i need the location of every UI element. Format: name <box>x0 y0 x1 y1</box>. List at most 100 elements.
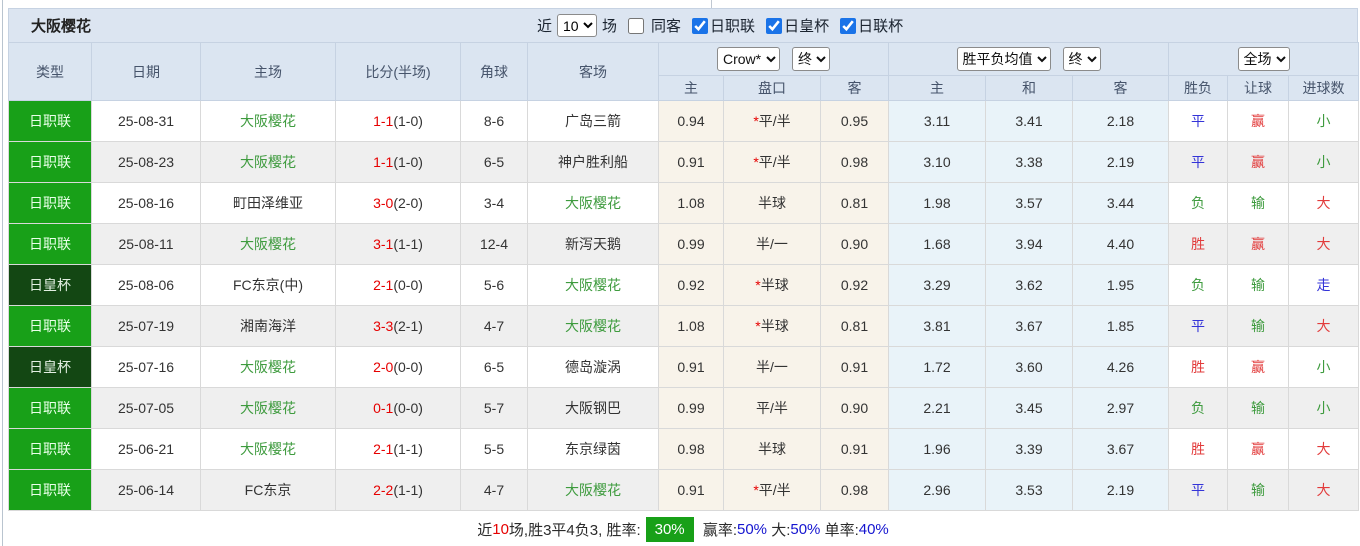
col-header-type: 类型 <box>8 42 92 101</box>
avg-odds-select[interactable]: 胜平负均值 <box>956 47 1051 71</box>
fulltime-score: 2-1 <box>373 441 394 457</box>
league-badge: 日职联 <box>8 100 92 142</box>
handicap-odds-home: 0.99 <box>658 387 724 429</box>
score-cell[interactable]: 3-0(2-0) <box>335 182 461 224</box>
handicap-line-text: 半球 <box>760 277 789 293</box>
result-wdl: 胜 <box>1168 346 1229 388</box>
home-team-link[interactable]: 大阪樱花 <box>200 223 336 265</box>
home-team-link[interactable]: 大阪樱花 <box>200 141 336 183</box>
halftime-score: (1-1) <box>393 236 423 252</box>
handicap-line: 半球 <box>723 428 821 470</box>
halftime-score: (1-1) <box>393 482 423 498</box>
handicap-line: 平/半 <box>723 387 821 429</box>
corner-score: 5-7 <box>460 387 528 429</box>
handicap-line-text: 平/半 <box>758 113 791 129</box>
score-cell[interactable]: 1-1(1-0) <box>335 141 461 183</box>
score-cell[interactable]: 0-1(0-0) <box>335 387 461 429</box>
handicap-odds-home: 0.91 <box>658 141 724 183</box>
score-cell[interactable]: 1-1(1-0) <box>335 100 461 142</box>
sub-header-handicap-result: 让球 <box>1227 75 1290 101</box>
away-team-link[interactable]: 大阪樱花 <box>527 469 659 511</box>
result-handicap: 输 <box>1227 387 1290 429</box>
single-rate: 40% <box>858 520 889 538</box>
away-team-link[interactable]: 大阪樱花 <box>527 305 659 347</box>
home-team-link[interactable]: 大阪樱花 <box>200 428 336 470</box>
handicap-line: *半球 <box>723 264 821 306</box>
sub-header-result: 胜负 <box>1168 75 1229 101</box>
handicap-line: *平/半 <box>723 141 821 183</box>
recent-count-select[interactable]: 10 <box>557 14 598 37</box>
result-handicap: 输 <box>1227 305 1290 347</box>
away-team-link[interactable]: 德岛漩涡 <box>527 346 659 388</box>
handicap-odds-away: 0.90 <box>820 387 889 429</box>
halftime-score: (1-0) <box>393 113 423 129</box>
avg-odds-away: 2.19 <box>1071 141 1170 183</box>
avg-odds-away: 1.85 <box>1071 305 1170 347</box>
avg-odds-draw: 3.53 <box>985 469 1073 511</box>
result-goals: 大 <box>1288 469 1360 511</box>
league-cup-checkbox[interactable] <box>840 17 857 34</box>
score-cell[interactable]: 2-0(0-0) <box>335 346 461 388</box>
match-date: 25-07-19 <box>91 305 201 347</box>
sub-header-avg-home: 主 <box>888 75 986 101</box>
same-away-checkbox[interactable] <box>628 17 645 34</box>
result-wdl: 负 <box>1168 264 1229 306</box>
halftime-score: (2-1) <box>393 318 423 334</box>
home-team-link[interactable]: 大阪樱花 <box>200 387 336 429</box>
avg-odds-away: 3.67 <box>1071 428 1170 470</box>
match-history-table: 类型 日期 主场 比分(半场) 角球 客场 Crow* 终 胜平负均值 终 全场… <box>8 42 1360 511</box>
away-team-link[interactable]: 大阪钢巴 <box>527 387 659 429</box>
halftime-score: (1-0) <box>393 154 423 170</box>
handicap-line-text: 半球 <box>760 318 789 334</box>
score-cell[interactable]: 2-2(1-1) <box>335 469 461 511</box>
avg-odds-home: 3.29 <box>888 264 986 306</box>
handicap-odds-away: 0.81 <box>820 305 889 347</box>
league-badge: 日皇杯 <box>8 346 92 388</box>
jleague-checkbox[interactable] <box>692 17 709 34</box>
result-goals: 小 <box>1288 141 1360 183</box>
away-team-link[interactable]: 新泻天鹅 <box>527 223 659 265</box>
avg-odds-home: 1.72 <box>888 346 986 388</box>
home-team-link[interactable]: FC东京(中) <box>200 264 336 306</box>
big-rate: 50% <box>790 520 821 538</box>
avg-odds-draw: 3.60 <box>985 346 1073 388</box>
avg-odds-home: 3.81 <box>888 305 986 347</box>
home-team-link[interactable]: 大阪樱花 <box>200 346 336 388</box>
halftime-score: (1-1) <box>393 441 423 457</box>
summary-prefix: 近 <box>477 521 493 539</box>
games-label: 场 <box>602 18 618 35</box>
avg-odds-away: 2.19 <box>1071 469 1170 511</box>
score-cell[interactable]: 3-3(2-1) <box>335 305 461 347</box>
handicap-line: *半球 <box>723 305 821 347</box>
corner-score: 6-5 <box>460 346 528 388</box>
home-team-link[interactable]: 大阪樱花 <box>200 100 336 142</box>
home-team-link[interactable]: 町田泽维亚 <box>200 182 336 224</box>
handicap-odds-away: 0.81 <box>820 182 889 224</box>
fulltime-score: 2-0 <box>373 359 394 375</box>
odds-time-select[interactable]: 终 <box>792 47 830 71</box>
away-team-link[interactable]: 大阪樱花 <box>527 264 659 306</box>
away-team-link[interactable]: 东京绿茵 <box>527 428 659 470</box>
score-cell[interactable]: 3-1(1-1) <box>335 223 461 265</box>
odds-source-select[interactable]: Crow* <box>717 47 780 71</box>
handicap-odds-away: 0.98 <box>820 469 889 511</box>
away-team-link[interactable]: 神户胜利船 <box>527 141 659 183</box>
avg-odds-home: 2.96 <box>888 469 986 511</box>
home-team-link[interactable]: FC东京 <box>200 469 336 511</box>
home-team-link[interactable]: 湘南海洋 <box>200 305 336 347</box>
sub-header-handicap-home: 主 <box>658 75 724 101</box>
away-team-link[interactable]: 大阪樱花 <box>527 182 659 224</box>
avg-time-select[interactable]: 终 <box>1062 47 1101 71</box>
result-handicap: 赢 <box>1227 141 1290 183</box>
emperors-cup-checkbox[interactable] <box>766 17 783 34</box>
avg-odds-away: 4.26 <box>1071 346 1170 388</box>
scope-select[interactable]: 全场 <box>1237 47 1290 71</box>
away-team-link[interactable]: 广岛三箭 <box>527 100 659 142</box>
score-cell[interactable]: 2-1(0-0) <box>335 264 461 306</box>
corner-score: 3-4 <box>460 182 528 224</box>
handicap-odds-home: 0.99 <box>658 223 724 265</box>
top-strip-divider <box>711 0 712 8</box>
score-cell[interactable]: 2-1(1-1) <box>335 428 461 470</box>
avg-odds-away: 1.95 <box>1071 264 1170 306</box>
halftime-score: (0-0) <box>393 277 423 293</box>
